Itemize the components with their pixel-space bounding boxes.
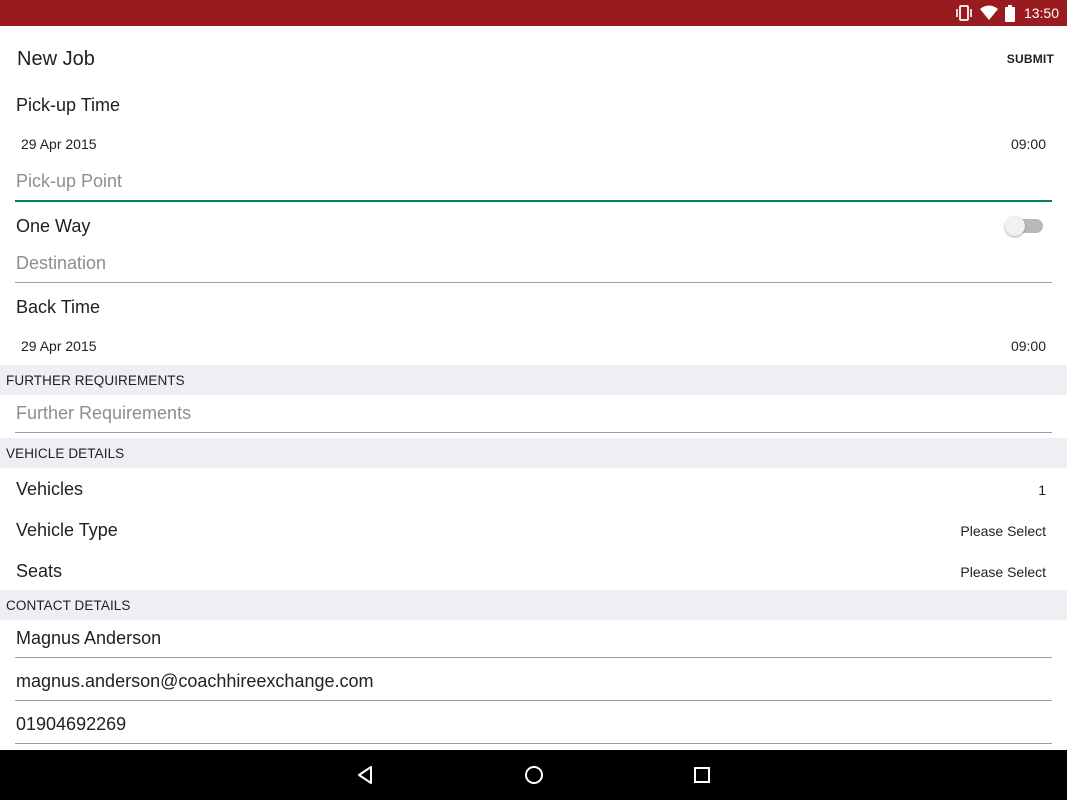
status-time: 13:50 — [1023, 5, 1059, 21]
vibrate-icon — [955, 5, 973, 21]
section-header-label: FURTHER REQUIREMENTS — [6, 373, 185, 388]
further-requirements-underline — [15, 432, 1052, 433]
further-requirements-input[interactable]: Further Requirements — [16, 403, 191, 424]
contact-name-input[interactable]: Magnus Anderson — [16, 628, 161, 649]
contact-phone-underline — [15, 743, 1052, 744]
back-time-label: Back Time — [16, 297, 101, 317]
recents-nav-icon[interactable] — [690, 763, 714, 787]
section-header-label: VEHICLE DETAILS — [6, 446, 125, 461]
back-time-picker[interactable]: 09:00 — [1011, 338, 1046, 354]
vehicle-type-select[interactable]: Please Select — [960, 523, 1046, 539]
contact-name-underline — [15, 657, 1052, 658]
wifi-icon — [979, 5, 998, 21]
navigation-bar — [0, 750, 1067, 800]
back-date-picker[interactable]: 29 Apr 2015 — [21, 338, 97, 354]
destination-underline — [15, 282, 1052, 283]
one-way-toggle[interactable] — [1005, 216, 1043, 236]
pickup-point-input[interactable]: Pick-up Point — [16, 171, 122, 192]
seats-label: Seats — [16, 561, 63, 581]
submit-button[interactable]: SUBMIT — [1007, 52, 1054, 66]
vehicles-value[interactable]: 1 — [1038, 482, 1046, 498]
vehicle-details-header: VEHICLE DETAILS — [0, 438, 1067, 468]
home-nav-icon[interactable] — [522, 763, 546, 787]
status-icons: 13:50 — [955, 0, 1059, 26]
contact-phone-input[interactable]: 01904692269 — [16, 714, 126, 735]
battery-icon — [1004, 4, 1015, 22]
status-bar: 13:50 — [0, 0, 1067, 26]
one-way-label: One Way — [16, 216, 91, 236]
destination-input[interactable]: Destination — [16, 253, 106, 274]
vehicles-label: Vehicles — [16, 479, 84, 499]
pickup-time-picker[interactable]: 09:00 — [1011, 136, 1046, 152]
back-nav-icon[interactable] — [353, 763, 377, 787]
contact-email-input[interactable]: magnus.anderson@coachhireexchange.com — [16, 671, 374, 692]
further-requirements-header: FURTHER REQUIREMENTS — [0, 365, 1067, 395]
pickup-time-label: Pick-up Time — [16, 95, 121, 115]
pickup-date-picker[interactable]: 29 Apr 2015 — [21, 136, 97, 152]
page-title: New Job — [17, 48, 95, 70]
contact-details-header: CONTACT DETAILS — [0, 590, 1067, 620]
contact-email-underline — [15, 700, 1052, 701]
section-header-label: CONTACT DETAILS — [6, 598, 131, 613]
toggle-thumb — [1005, 216, 1025, 236]
vehicle-type-label: Vehicle Type — [16, 520, 118, 540]
seats-select[interactable]: Please Select — [960, 564, 1046, 580]
pickup-point-underline — [15, 200, 1052, 202]
